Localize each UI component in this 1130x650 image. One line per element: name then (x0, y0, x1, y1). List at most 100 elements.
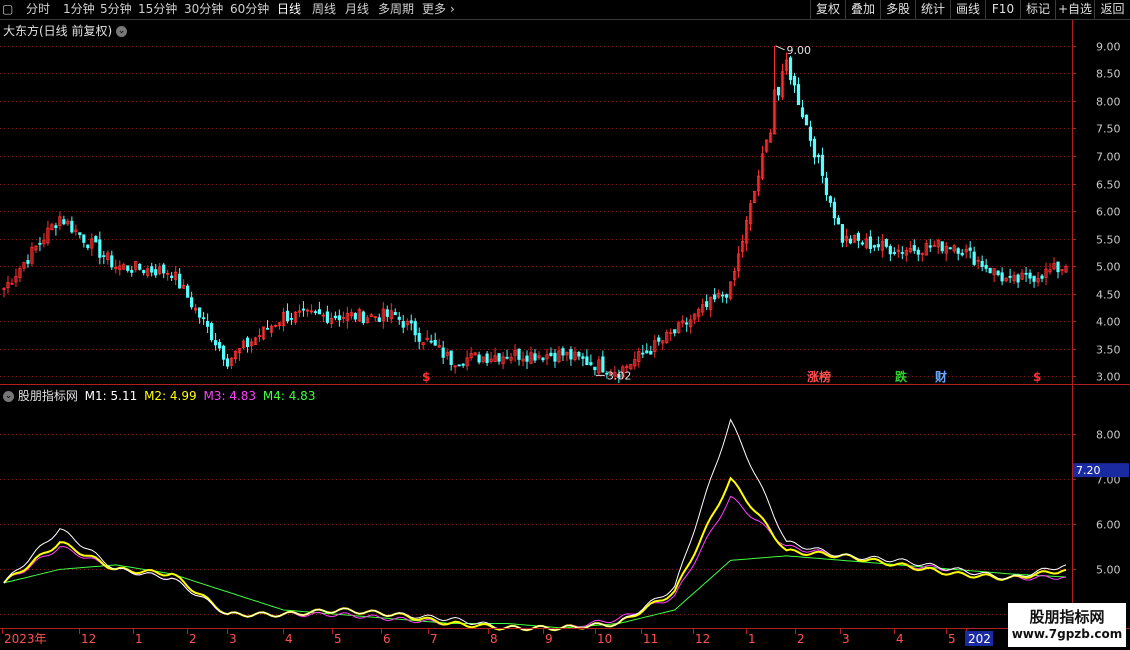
candle-body (198, 307, 202, 318)
candle-body (162, 264, 166, 274)
candle-body (413, 321, 417, 336)
candle-body (533, 353, 537, 361)
candle-body (98, 239, 102, 258)
x-axis-label: 7 (430, 632, 438, 646)
candle-body (776, 86, 781, 96)
indicator-grid (0, 434, 1072, 615)
candle-body (333, 315, 337, 319)
candle-body (150, 266, 154, 273)
candle-body (202, 317, 206, 320)
x-axis-label: 6 (383, 632, 391, 646)
candle-body (154, 269, 158, 276)
candle-body (397, 316, 401, 320)
watermark-title: 股朋指标网 (1029, 608, 1105, 626)
candle-body (170, 275, 174, 278)
candle-body (210, 323, 214, 341)
x-axis-label: 4 (285, 632, 293, 646)
candle-body (178, 273, 182, 289)
candle-body (800, 107, 805, 118)
candle-body (1028, 272, 1032, 279)
candle-body (429, 340, 433, 343)
chart-canvas[interactable]: 9.00 8.50 8.00 7.50 7.00 6.50 6.00 5.50 5.00 4.50… (0, 0, 1130, 650)
candle-body (325, 311, 329, 323)
candle-body (657, 337, 661, 342)
x-axis-label: 8 (490, 632, 498, 646)
low-label: 3.02 (607, 369, 632, 382)
watermark-box: 股朋指标网 www.7gpzb.com (1008, 603, 1126, 647)
candlestick-series (2, 45, 1068, 384)
x-axis-label: 12 (81, 632, 96, 646)
main-y-tick-label: 7.00 (1096, 151, 1121, 164)
candle-body (876, 244, 880, 248)
candle-body (221, 345, 226, 360)
candle-body (377, 317, 381, 322)
candle-body (804, 114, 809, 126)
candle-body (988, 267, 992, 274)
candle-body (138, 263, 142, 270)
candle-body (649, 350, 653, 355)
candle-body (1016, 274, 1020, 283)
candle-body (601, 356, 605, 373)
candle-body (868, 236, 872, 250)
candle-body (940, 241, 944, 252)
candle-body (317, 309, 322, 315)
main-y-tick-label: 6.50 (1096, 179, 1121, 192)
candle-body (900, 252, 904, 254)
candle-body (214, 340, 218, 346)
candle-body (816, 155, 821, 158)
main-y-tick-label: 5.50 (1096, 234, 1121, 247)
candle-body (449, 350, 453, 365)
candle-body (581, 356, 585, 359)
candle-body (1008, 275, 1012, 278)
candle-body (190, 297, 194, 308)
candle-body (82, 234, 86, 243)
main-grid (0, 46, 1072, 377)
x-axis-label: 202 (968, 632, 991, 646)
candle-body (960, 252, 964, 256)
candle-body (948, 247, 952, 250)
candle-body (808, 126, 813, 141)
main-y-tick-label: 5.00 (1096, 261, 1121, 274)
candle-body (517, 348, 521, 360)
event-marker: $ (422, 370, 430, 384)
candle-body (996, 270, 1000, 276)
indicator-series (3, 418, 1067, 632)
candle-body (54, 225, 58, 228)
time-axis: 2023年 12 1 2 3 4 5 6 7 8 9 10 11 12 1 2 3 4 5 202 (2, 629, 993, 646)
candle-body (301, 308, 306, 311)
candle-body (872, 245, 876, 248)
high-label: 9.00 (787, 44, 812, 57)
candle-body (70, 220, 74, 233)
candle-body (1056, 261, 1060, 273)
x-axis-label: 3 (229, 632, 237, 646)
candle-body (561, 348, 565, 356)
watermark-url: www.7gpzb.com (1011, 627, 1123, 641)
x-axis-label: 2 (797, 632, 805, 646)
candle-body (888, 245, 892, 255)
x-axis-label: 1 (748, 632, 756, 646)
x-axis-label: 2023年 (4, 632, 47, 646)
candle-body (848, 238, 853, 244)
candle-body (916, 249, 920, 255)
candle-body (832, 201, 837, 219)
candle-body (812, 138, 817, 158)
candle-body (477, 354, 481, 363)
candle-body (912, 245, 916, 251)
indicator-line-m1 (3, 418, 1067, 631)
candle-body (860, 242, 864, 245)
main-y-tick-label: 4.50 (1096, 289, 1121, 302)
candle-body (972, 251, 976, 265)
candle-body (265, 327, 270, 330)
candle-body (928, 245, 932, 248)
candle-body (289, 317, 294, 320)
candle-body (409, 320, 413, 324)
candle-body (820, 154, 825, 176)
candle-body (589, 362, 593, 366)
candle-body (225, 358, 230, 367)
x-axis-label: 5 (334, 632, 342, 646)
current-value-label: 7.20 (1076, 464, 1101, 477)
candle-body (485, 353, 489, 363)
candle-body (393, 311, 397, 316)
main-y-tick-label: 7.50 (1096, 123, 1121, 136)
x-axis-label: 1 (135, 632, 143, 646)
